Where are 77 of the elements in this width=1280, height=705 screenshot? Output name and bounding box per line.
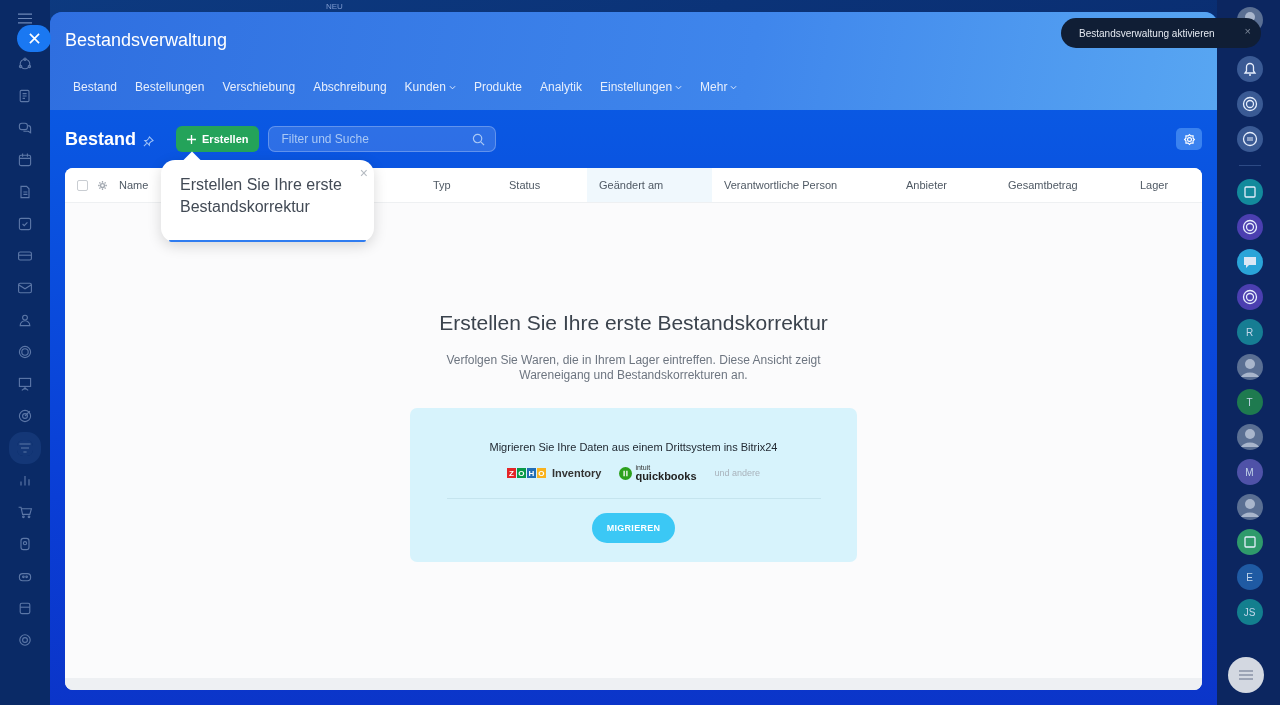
others-label: und andere — [714, 468, 761, 478]
bell-icon[interactable] — [1236, 56, 1263, 82]
ring-icon[interactable] — [1236, 91, 1263, 117]
refresh-icon[interactable] — [17, 56, 33, 72]
column-header[interactable]: Typ — [421, 168, 497, 202]
store-icon[interactable] — [17, 600, 33, 616]
column-header[interactable]: Anbieter — [894, 168, 996, 202]
cart-icon[interactable] — [17, 504, 33, 520]
create-button[interactable]: Erstellen — [176, 126, 260, 152]
logo-label: quickbooks — [635, 471, 697, 482]
caret-icon — [730, 84, 738, 90]
page-title: Bestandsverwaltung — [65, 30, 228, 51]
caret-icon — [448, 84, 456, 90]
close-button[interactable]: × — [1244, 26, 1251, 37]
column-header[interactable]: Lager — [1128, 168, 1202, 202]
hint-text: Erstellen Sie Ihre erste Bestandskorrektur — [180, 175, 343, 217]
menu-icon — [1239, 670, 1253, 680]
user-avatar[interactable] — [1236, 424, 1263, 450]
nav-tab[interactable]: Produkte — [473, 80, 522, 94]
logo-label: Inventory — [551, 467, 602, 479]
phone-icon[interactable] — [17, 536, 33, 552]
logo-letter: O — [516, 468, 526, 478]
search-icon — [472, 133, 486, 146]
pin-icon[interactable] — [143, 135, 154, 147]
contact-avatar[interactable]: E — [1236, 564, 1263, 590]
card-icon[interactable] — [17, 248, 33, 264]
app-icon[interactable] — [1236, 179, 1263, 205]
contact-avatar[interactable]: M — [1236, 459, 1263, 485]
section-title: Bestand — [65, 128, 136, 150]
settings-icon — [1182, 132, 1196, 146]
column-header[interactable]: Geändert am — [587, 168, 712, 202]
checkbox-icon[interactable] — [17, 216, 33, 232]
contact-avatar[interactable]: R — [1236, 319, 1263, 345]
chat-icon[interactable] — [1236, 249, 1263, 275]
nav-tab[interactable]: Analytik — [539, 80, 582, 94]
toast-text: Bestandsverwaltung aktivieren — [1079, 27, 1215, 39]
caret-icon — [675, 84, 683, 90]
logo-letter: H — [526, 468, 536, 478]
nav-tab[interactable]: Abschreibung — [313, 80, 387, 94]
contact-avatar[interactable]: T — [1236, 389, 1263, 415]
menu-icon[interactable] — [18, 13, 32, 24]
nav-tab[interactable]: Verschiebung — [222, 80, 296, 94]
nav-tab[interactable]: Einstellungen — [600, 80, 683, 94]
people-icon[interactable] — [17, 312, 33, 328]
swap-icon[interactable] — [1236, 126, 1263, 152]
nav-tab[interactable]: Bestellungen — [135, 80, 205, 94]
empty-description: Verfolgen Sie Waren, die in Ihrem Lager eintreffen. Diese Ansicht zeigt Wareneigang und Bestandskorrekturen an. — [445, 353, 822, 383]
nav-tab[interactable]: Kunden — [404, 80, 456, 94]
logo-icon — [619, 466, 633, 480]
ring-icon[interactable] — [1236, 284, 1263, 310]
empty-title: Erstellen Sie Ihre erste Bestandskorrektur — [439, 311, 828, 335]
user-avatar[interactable] — [1236, 354, 1263, 380]
contact-avatar[interactable]: JS — [1236, 599, 1263, 625]
nav-tab[interactable]: Mehr — [700, 80, 738, 94]
mail-icon[interactable] — [17, 280, 33, 296]
ring-icon[interactable] — [1236, 214, 1263, 240]
presentation-icon[interactable] — [17, 376, 33, 392]
settings-button[interactable] — [1176, 128, 1202, 150]
nav-tab[interactable]: Bestand — [73, 80, 118, 94]
menu-button[interactable] — [1228, 657, 1264, 693]
close-button[interactable]: × — [359, 166, 368, 180]
logo-letter: O — [536, 468, 546, 478]
select-all-checkbox[interactable] — [77, 179, 88, 191]
close-icon — [28, 33, 40, 44]
logo-letter: Z — [506, 468, 516, 478]
news-icon[interactable] — [17, 88, 33, 104]
calendar-icon[interactable] — [17, 152, 33, 168]
app-icon[interactable] — [1236, 529, 1263, 555]
new-label: NEU — [326, 2, 343, 11]
column-header[interactable]: Status — [497, 168, 587, 202]
migration-text: Migrieren Sie Ihre Daten aus einem Drittsystem ins Bitrix24 — [489, 441, 778, 453]
target-icon[interactable] — [17, 408, 33, 424]
user-avatar[interactable] — [1236, 494, 1263, 520]
column-header[interactable]: Verantwortliche Person — [712, 168, 894, 202]
plus-icon — [187, 134, 196, 144]
column-header[interactable]: Gesamtbetrag — [996, 168, 1128, 202]
document-icon[interactable] — [17, 184, 33, 200]
